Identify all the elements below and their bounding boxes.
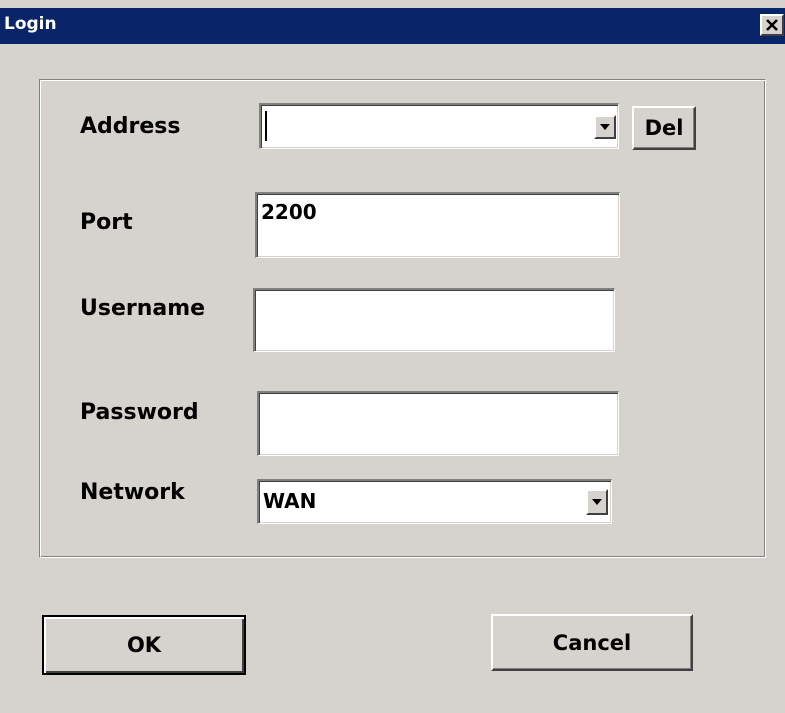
- text-caret: [265, 111, 267, 141]
- chevron-down-icon: [592, 499, 602, 505]
- address-combobox[interactable]: [259, 103, 619, 149]
- network-label: Network: [80, 480, 185, 505]
- network-dropdown-button[interactable]: [586, 489, 608, 515]
- password-field[interactable]: [257, 391, 619, 456]
- login-dialog: Login Address Del Port 2200 Username Pas…: [0, 0, 785, 713]
- window-title: Login: [4, 14, 57, 34]
- close-button[interactable]: [760, 14, 784, 36]
- username-label: Username: [80, 296, 206, 321]
- ok-button[interactable]: OK: [42, 615, 246, 675]
- close-icon: [766, 19, 778, 31]
- chevron-down-icon: [600, 124, 610, 130]
- username-field[interactable]: [253, 288, 615, 352]
- network-value: WAN: [263, 489, 317, 513]
- address-dropdown-button[interactable]: [594, 115, 616, 139]
- network-combobox[interactable]: WAN: [257, 479, 612, 524]
- address-label: Address: [80, 114, 181, 139]
- delete-address-button[interactable]: Del: [632, 106, 696, 150]
- title-bar: Login: [0, 8, 785, 44]
- port-label: Port: [80, 210, 133, 235]
- port-field[interactable]: 2200: [255, 192, 620, 258]
- password-label: Password: [80, 400, 199, 425]
- cancel-button[interactable]: Cancel: [491, 614, 693, 671]
